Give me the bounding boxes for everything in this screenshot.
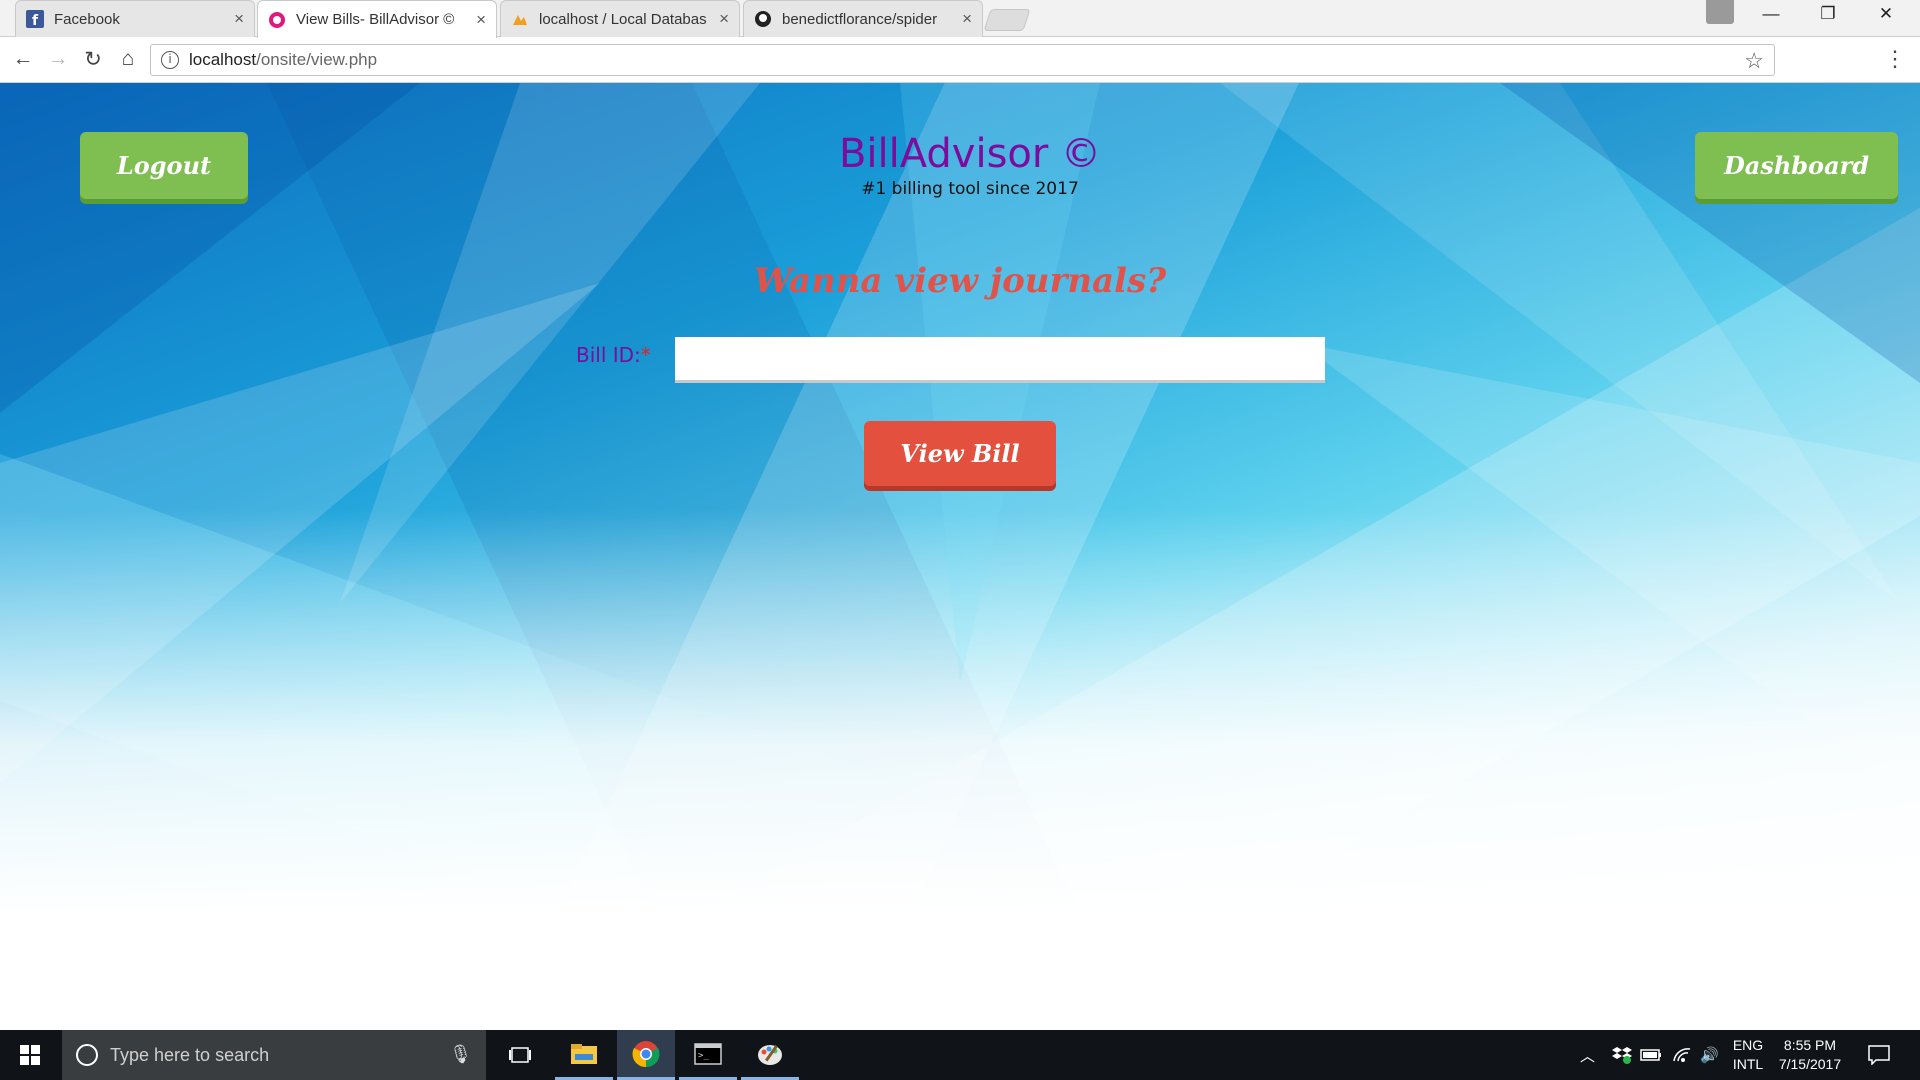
tab-phpmyadmin[interactable]: localhost / Local Databas × [500, 0, 740, 37]
svg-text:>_: >_ [698, 1051, 709, 1061]
system-clock[interactable]: 8:55 PM 7/15/2017 [1770, 1036, 1850, 1074]
url-host: localhost [189, 50, 257, 69]
windows-logo-icon [20, 1045, 40, 1065]
minimize-icon[interactable]: — [1743, 4, 1799, 24]
lang-secondary: INTL [1732, 1056, 1764, 1072]
show-hidden-icons[interactable]: ︿ [1580, 1030, 1595, 1080]
restore-icon[interactable]: ❐ [1800, 4, 1856, 24]
chrome-icon[interactable] [617, 1030, 675, 1080]
new-tab-button[interactable] [983, 9, 1031, 31]
clock-date: 7/15/2017 [1778, 1056, 1842, 1072]
lang-primary: ENG [1732, 1037, 1764, 1053]
browser-tabstrip: f Facebook × View Bills- BillAdvisor © ×… [0, 0, 1920, 38]
billadvisor-icon [269, 11, 285, 28]
svg-text:f: f [32, 13, 39, 28]
tab-view-bills[interactable]: View Bills- BillAdvisor © × [257, 0, 497, 38]
brand-header: BillAdvisor © #1 billing tool since 2017 [0, 131, 1920, 199]
paint-icon[interactable] [741, 1030, 799, 1080]
phpmyadmin-icon [513, 15, 527, 25]
microphone-icon[interactable]: 🎙 [449, 1044, 472, 1065]
tab-close-icon[interactable]: × [719, 9, 729, 29]
tab-title: benedictflorance/spider [782, 10, 938, 28]
github-icon [755, 11, 771, 27]
page-content: Logout Dashboard BillAdvisor © #1 billin… [0, 83, 1920, 1030]
view-bill-button[interactable]: View Bill [864, 421, 1056, 486]
wifi-icon[interactable] [1672, 1030, 1692, 1080]
battery-icon[interactable] [1640, 1030, 1662, 1080]
bill-id-label: Bill ID:* [576, 343, 651, 367]
cortana-icon [76, 1044, 98, 1066]
tab-github[interactable]: benedictflorance/spider × [743, 0, 983, 37]
terminal-icon[interactable]: >_ [679, 1030, 737, 1080]
reload-icon[interactable]: ↻ [78, 47, 108, 72]
address-bar[interactable]: i localhost/onsite/view.php ☆ [150, 44, 1775, 76]
dropbox-icon[interactable] [1612, 1030, 1632, 1080]
tab-title: localhost / Local Databas [539, 10, 707, 28]
bill-id-label-text: Bill ID: [576, 343, 641, 367]
taskbar-search[interactable]: Type here to search 🎙 [62, 1030, 486, 1080]
file-explorer-icon[interactable] [555, 1030, 613, 1080]
tab-close-icon[interactable]: × [476, 10, 486, 30]
browser-menu-icon[interactable]: ⋮ [1884, 46, 1906, 72]
start-button[interactable] [0, 1030, 60, 1080]
back-icon[interactable]: ← [8, 47, 38, 71]
facebook-icon: f [26, 10, 44, 28]
url-path: /onsite/view.php [256, 50, 378, 69]
tab-close-icon[interactable]: × [234, 9, 244, 29]
page-subheading: Wanna view journals? [753, 261, 1167, 301]
tab-close-icon[interactable]: × [962, 9, 972, 29]
close-window-icon[interactable]: ✕ [1858, 4, 1914, 24]
background-facets [0, 83, 1920, 803]
clock-time: 8:55 PM [1783, 1037, 1837, 1053]
tab-facebook[interactable]: f Facebook × [15, 0, 255, 37]
windows-taskbar: Type here to search 🎙 >_ ︿ 🔊 ENG INTL 8:… [0, 1030, 1920, 1080]
bill-id-input[interactable] [675, 337, 1325, 383]
task-view-icon[interactable] [491, 1030, 549, 1080]
input-language[interactable]: ENG INTL [1728, 1036, 1768, 1074]
profile-icon[interactable] [1706, 0, 1734, 24]
brand-title: BillAdvisor © [838, 131, 1102, 177]
volume-icon[interactable]: 🔊 [1700, 1030, 1719, 1080]
search-placeholder: Type here to search [110, 1044, 270, 1065]
tab-title: View Bills- BillAdvisor © [296, 11, 455, 28]
home-icon[interactable]: ⌂ [113, 47, 143, 71]
required-mark: * [640, 343, 651, 367]
browser-toolbar: ← → ↻ ⌂ i localhost/onsite/view.php ☆ ⋮ [0, 38, 1920, 83]
bookmark-star-icon[interactable]: ☆ [1744, 48, 1764, 74]
forward-icon[interactable]: → [43, 47, 73, 71]
site-info-icon[interactable]: i [161, 51, 179, 69]
action-center-icon[interactable] [1868, 1030, 1890, 1080]
brand-tagline: #1 billing tool since 2017 [861, 179, 1079, 199]
tab-title: Facebook [54, 10, 120, 28]
